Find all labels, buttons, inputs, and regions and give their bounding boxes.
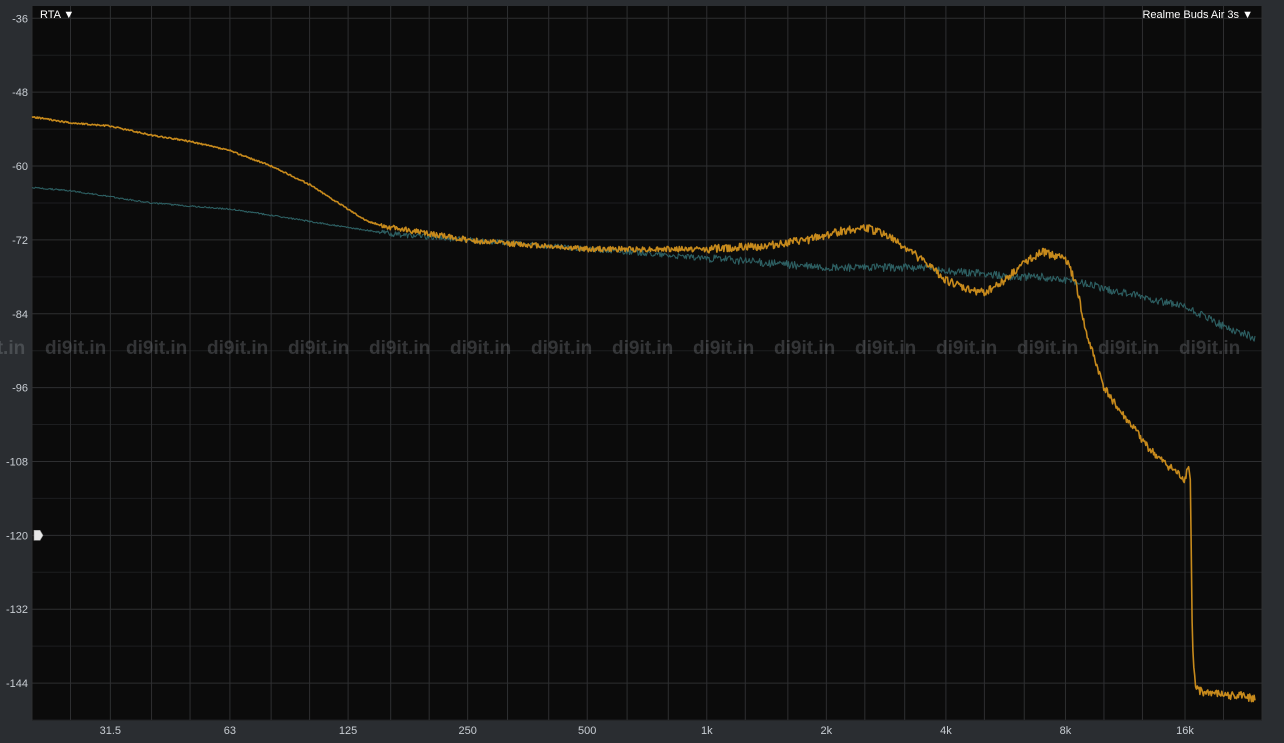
y-tick-label: -108	[6, 456, 28, 468]
watermark-text: di9it.in	[207, 338, 268, 359]
watermark-text: di9it.in	[1098, 338, 1159, 359]
x-tick-label: 63	[224, 725, 236, 737]
y-tick-label: -96	[12, 383, 28, 395]
watermark-row: di9it.in di9it.in di9it.in di9it.in di9it.in…	[0, 338, 1240, 359]
y-tick-label: -144	[6, 678, 28, 690]
x-tick-label: 125	[339, 725, 357, 737]
y-tick-label: -132	[6, 604, 28, 616]
x-tick-label: 500	[578, 725, 596, 737]
watermark-text: di9it.in	[0, 338, 25, 359]
x-tick-label: 8k	[1060, 725, 1072, 737]
watermark-text: di9it.in	[450, 338, 511, 359]
x-tick-label: 2k	[821, 725, 833, 737]
y-tick-label: -120	[6, 530, 28, 542]
y-tick-label: -36	[12, 13, 28, 25]
watermark-text: di9it.in	[531, 338, 592, 359]
y-tick-label: -72	[12, 235, 28, 247]
x-tick-label: 1k	[701, 725, 713, 737]
y-tick-label: -48	[12, 87, 28, 99]
y-tick-label: -60	[12, 161, 28, 173]
watermark-text: di9it.in	[369, 338, 430, 359]
rta-window: di9it.in di9it.in di9it.in di9it.in di9it.in…	[0, 0, 1284, 743]
x-tick-label: 4k	[940, 725, 952, 737]
watermark-text: di9it.in	[288, 338, 349, 359]
x-tick-label: 16k	[1176, 725, 1194, 737]
device-dropdown[interactable]: Realme Buds Air 3s ▼	[1142, 9, 1253, 21]
watermark-text: di9it.in	[612, 338, 673, 359]
x-tick-label: 31.5	[100, 725, 121, 737]
view-mode-dropdown[interactable]: RTA ▼	[40, 9, 74, 21]
watermark-text: di9it.in	[45, 338, 106, 359]
watermark-text: di9it.in	[126, 338, 187, 359]
x-tick-label: 250	[458, 725, 476, 737]
watermark-text: di9it.in	[1179, 338, 1240, 359]
plot-area[interactable]	[32, 6, 1262, 720]
watermark-text: di9it.in	[1017, 338, 1078, 359]
y-tick-label: -84	[12, 309, 28, 321]
watermark-text: di9it.in	[774, 338, 835, 359]
watermark-text: di9it.in	[693, 338, 754, 359]
rta-chart: di9it.in di9it.in di9it.in di9it.in di9it.in…	[0, 0, 1284, 743]
watermark-text: di9it.in	[936, 338, 997, 359]
watermark-text: di9it.in	[855, 338, 916, 359]
